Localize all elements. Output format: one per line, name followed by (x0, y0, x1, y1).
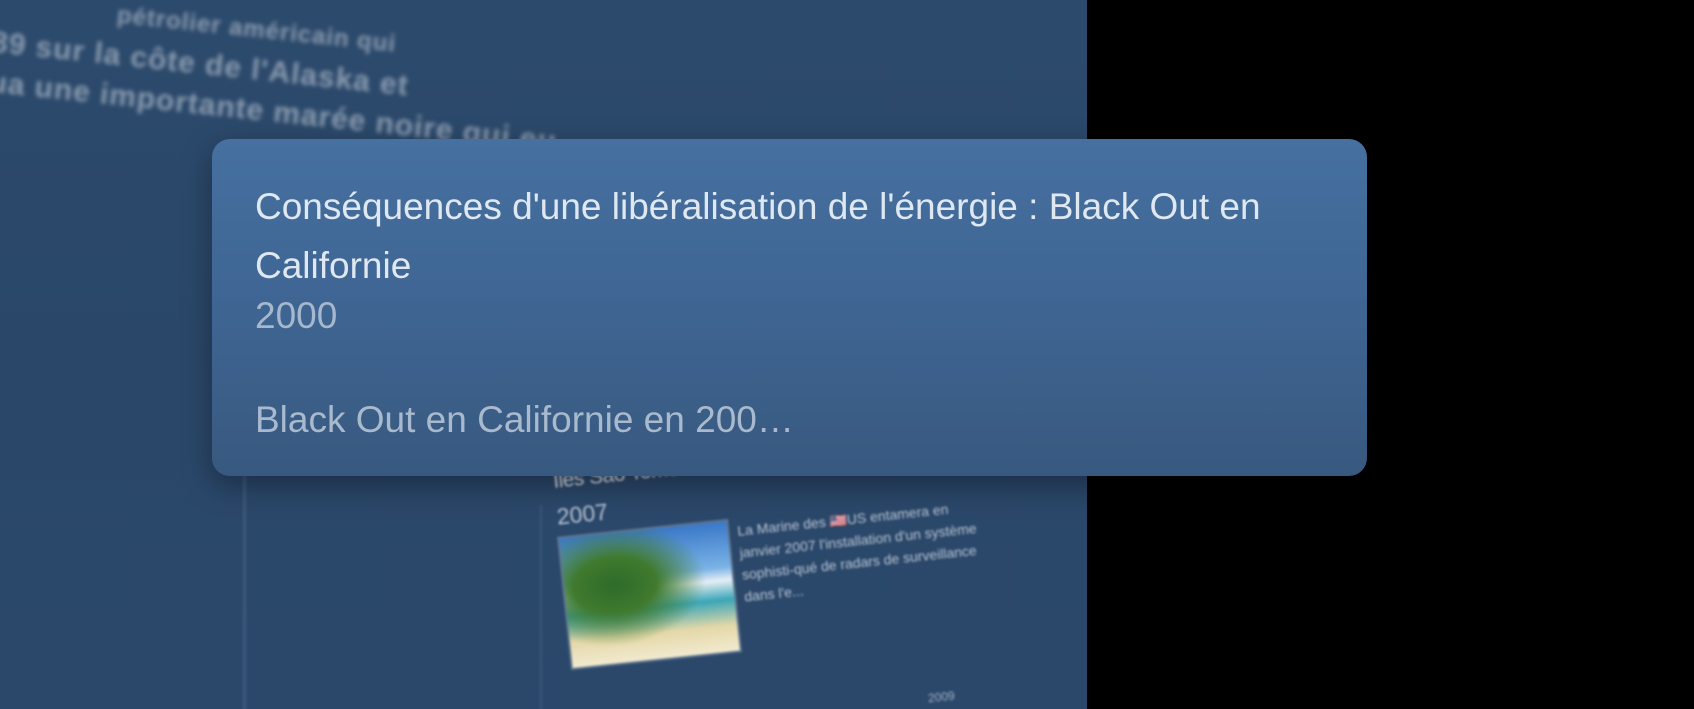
timeline-axis-line (243, 470, 246, 709)
timeline-connector-line (540, 505, 542, 709)
event-card-thumbnail-image[interactable] (559, 521, 740, 668)
event-detail-tooltip[interactable]: Conséquences d'une libéralisation de l'é… (212, 139, 1367, 476)
event-card-summary: La Marine des 🇺🇸US entamera en janvier 2… (736, 500, 978, 605)
tooltip-description: Black Out en Californie en 200… (255, 399, 794, 440)
event-card-footer-year: 2009 (927, 688, 956, 706)
tooltip-year: 2000 (255, 295, 338, 336)
tooltip-title: Conséquences d'une libéralisation de l'é… (255, 186, 1261, 286)
app-stage: pétrolier américain qui 989 sur la côte … (0, 0, 1694, 709)
